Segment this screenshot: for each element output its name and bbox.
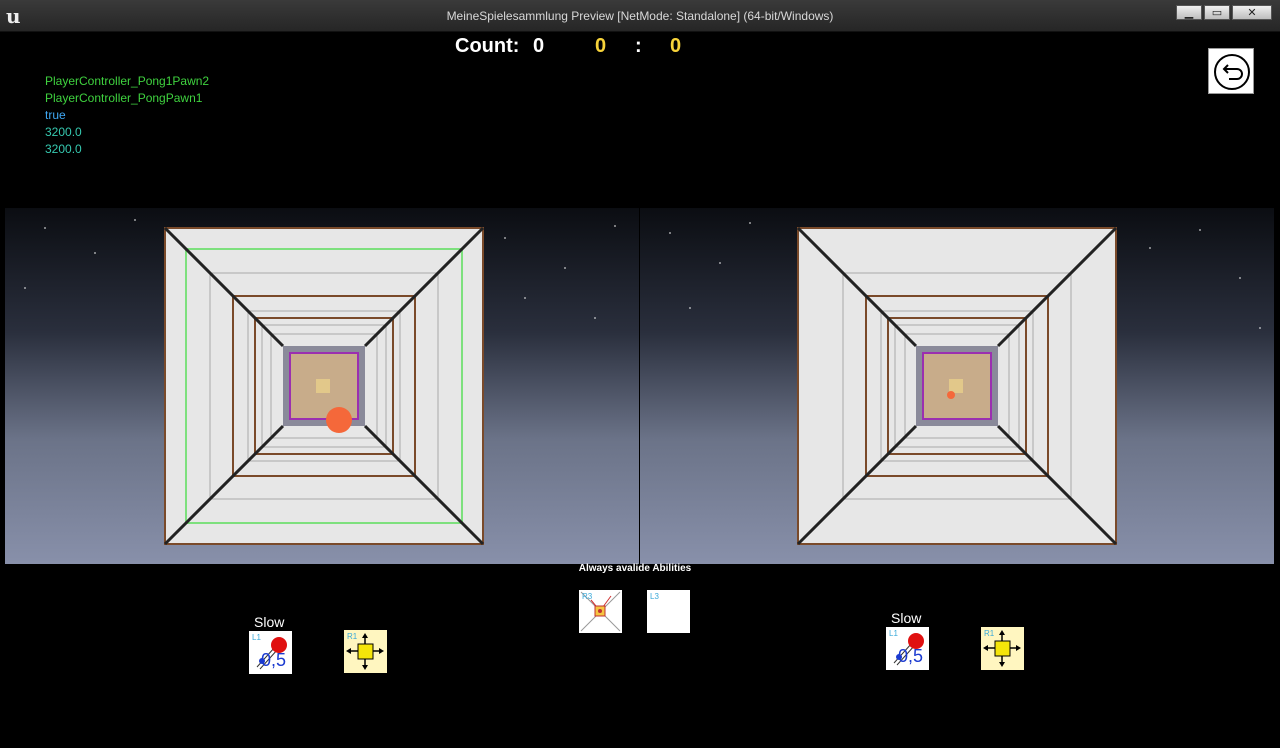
- score-left: 0: [595, 35, 607, 57]
- tunnel-right: [669, 222, 1261, 546]
- blank-ability[interactable]: L3: [647, 590, 690, 633]
- count-value: 0: [533, 35, 545, 57]
- slow-label-left: Slow: [254, 614, 285, 630]
- slow-label-right: Slow: [891, 610, 922, 626]
- slow-value: 0,5: [261, 650, 287, 670]
- debug-line: PlayerController_PongPawn1: [45, 91, 203, 105]
- debug-line: PlayerController_Pong1Pawn2: [45, 74, 210, 88]
- debug-output: PlayerController_Pong1Pawn2 PlayerContro…: [45, 73, 209, 158]
- right-player-view: [640, 208, 1274, 564]
- debug-line: 3200.0: [45, 142, 82, 156]
- split-ability[interactable]: R3: [579, 590, 622, 633]
- back-arrow-icon: [1214, 54, 1250, 90]
- left-player-view: [5, 208, 639, 564]
- ability-key: R1: [984, 629, 995, 638]
- count-label: Count:: [455, 35, 520, 57]
- score-right: 0: [670, 35, 682, 57]
- window-titlebar: u MeineSpielesammlung Preview [NetMode: …: [0, 0, 1280, 32]
- back-button[interactable]: [1208, 48, 1254, 94]
- minimize-button[interactable]: ▁: [1176, 5, 1202, 20]
- ability-key: L1: [252, 633, 261, 642]
- ability-key: L3: [650, 592, 659, 601]
- window-controls: ▁ ▭ ✕: [1176, 5, 1272, 20]
- window-title: MeineSpielesammlung Preview [NetMode: St…: [446, 9, 834, 23]
- close-button[interactable]: ✕: [1232, 5, 1272, 20]
- slow-ability-right[interactable]: L1 0,5: [886, 627, 929, 670]
- ability-key: L1: [889, 629, 898, 638]
- debug-line: 3200.0: [45, 125, 82, 139]
- tunnel-left: [24, 219, 616, 546]
- ability-key: R3: [582, 592, 593, 601]
- ability-key: R1: [347, 632, 358, 641]
- always-abilities-label: Always avalide Abilities: [578, 563, 692, 574]
- slow-value: 0,5: [898, 646, 924, 666]
- score-separator: :: [635, 35, 642, 57]
- maximize-button[interactable]: ▭: [1204, 5, 1230, 20]
- move-ability-right[interactable]: R1: [981, 627, 1024, 670]
- move-ability-left[interactable]: R1: [344, 630, 387, 673]
- debug-line: true: [45, 108, 66, 122]
- slow-ability-left[interactable]: L1 0,5: [249, 631, 292, 674]
